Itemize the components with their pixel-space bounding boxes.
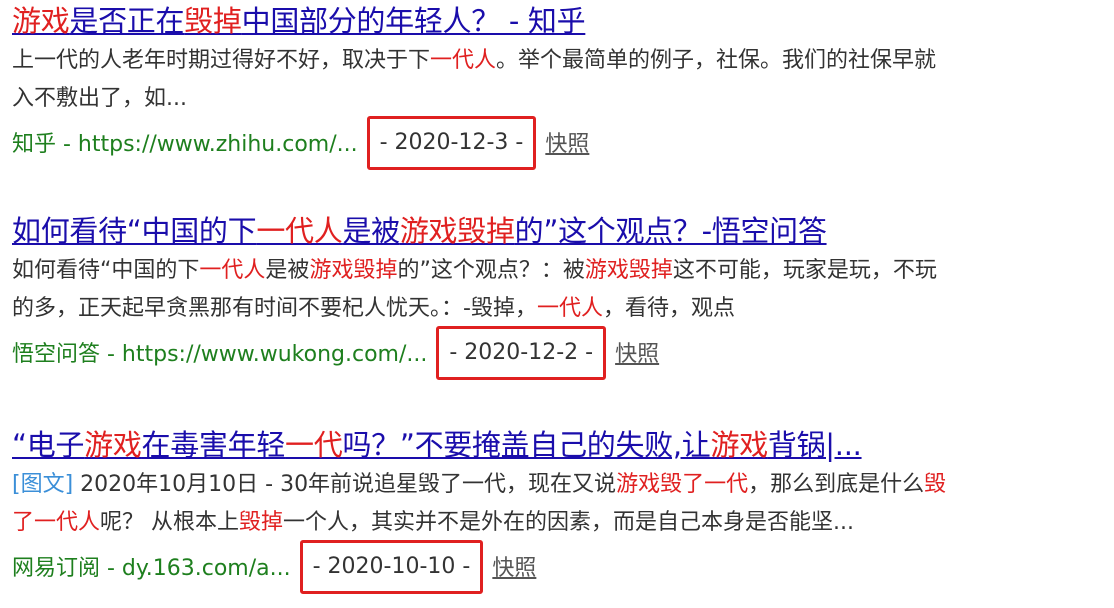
- highlighted-keyword: 毁: [924, 472, 947, 497]
- text-segment: 吗？”不要掩盖自己的失败,让: [342, 428, 711, 462]
- snippet-text: 2020年10月10日 - 30年前说追星毁了一代，现在又说游戏毁了一代，那么到…: [73, 472, 946, 497]
- text-segment: 背锅|...: [767, 428, 862, 462]
- text-segment: 的”这个观点？：被: [397, 258, 585, 283]
- text-segment: ，那么到底是什么: [748, 472, 925, 497]
- text-segment: 这不可能，玩家是玩，不玩: [672, 258, 937, 283]
- text-segment: 上一代的人老年时期过得好不好，取决于下: [12, 48, 431, 73]
- text-segment: 是被: [342, 214, 400, 248]
- highlighted-keyword: 毁掉: [239, 510, 284, 535]
- result-snippet: [图文] 2020年10月10日 - 30年前说追星毁了一代，现在又说游戏毁了一…: [12, 466, 1106, 542]
- text-segment: 的”这个观点？-悟空问答: [514, 214, 827, 248]
- result-title-link[interactable]: 游戏是否正在毁掉中国部分的年轻人？ - 知乎: [12, 2, 1106, 40]
- text-segment: 的多，正天起早贪黑那有时间不要杞人忧天。：-毁掉，: [12, 296, 537, 321]
- result-meta: 知乎 - https://www.zhihu.com/... - 2020-12…: [12, 116, 1106, 172]
- result-date: - 2020-10-10 -: [299, 540, 484, 594]
- text-segment: 如何看待“中国的下: [12, 214, 257, 248]
- search-results-page: 游戏是否正在毁掉中国部分的年轻人？ - 知乎 上一代的人老年时期过得好不好，取决…: [0, 0, 1114, 608]
- result-snippet: 如何看待“中国的下一代人是被游戏毁掉的”这个观点？：被游戏毁掉这不可能，玩家是玩…: [12, 252, 1106, 328]
- text-segment: 中国部分的年轻人？ - 知乎: [241, 4, 586, 38]
- highlighted-keyword: 一代人: [199, 258, 266, 283]
- result-date: - 2020-12-2 -: [436, 326, 607, 380]
- highlighted-keyword: 一代人: [430, 48, 497, 73]
- highlighted-keyword: 了一代人: [12, 510, 101, 535]
- text-segment: 呢？ 从根本上: [100, 510, 240, 535]
- highlighted-keyword: 一代人: [536, 296, 603, 321]
- search-result: 游戏是否正在毁掉中国部分的年轻人？ - 知乎 上一代的人老年时期过得好不好，取决…: [12, 2, 1106, 172]
- highlighted-keyword: 游戏: [84, 428, 142, 462]
- text-segment: 是被: [265, 258, 310, 283]
- result-source-url[interactable]: 网易订阅 - dy.163.com/a...: [12, 556, 291, 581]
- highlighted-keyword: 游戏毁掉: [399, 214, 515, 248]
- highlighted-keyword: 一代: [285, 428, 343, 462]
- search-result: 如何看待“中国的下一代人是被游戏毁掉的”这个观点？-悟空问答 如何看待“中国的下…: [12, 212, 1106, 382]
- text-segment: 如何看待“中国的下: [12, 258, 200, 283]
- snippet-line: 了一代人呢？ 从根本上毁掉一个人，其实并不是外在的因素，而是自己本身是否能坚..…: [12, 504, 1106, 542]
- highlighted-keyword: 游戏毁掉: [309, 258, 398, 283]
- result-source-url[interactable]: 知乎 - https://www.zhihu.com/...: [12, 132, 358, 157]
- snippet-line: [图文] 2020年10月10日 - 30年前说追星毁了一代，现在又说游戏毁了一…: [12, 466, 1106, 504]
- text-segment: 。举个最简单的例子，社保。我们的社保早就: [496, 48, 937, 73]
- search-result: “电子游戏在毒害年轻一代吗？”不要掩盖自己的失败,让游戏背锅|... [图文] …: [12, 426, 1106, 596]
- result-title-link[interactable]: 如何看待“中国的下一代人是被游戏毁掉的”这个观点？-悟空问答: [12, 212, 1106, 250]
- result-source-url[interactable]: 悟空问答 - https://www.wukong.com/...: [12, 342, 427, 367]
- image-text-tag: [图文]: [12, 472, 74, 497]
- snippet-line: 入不敷出了，如...: [12, 80, 1106, 118]
- highlighted-keyword: 游戏毁了一代: [616, 472, 749, 497]
- result-title-link[interactable]: “电子游戏在毒害年轻一代吗？”不要掩盖自己的失败,让游戏背锅|...: [12, 426, 1106, 464]
- result-snippet: 上一代的人老年时期过得好不好，取决于下一代人。举个最简单的例子，社保。我们的社保…: [12, 42, 1106, 118]
- text-segment: 是否正在: [69, 4, 185, 38]
- snapshot-link[interactable]: 快照: [615, 342, 659, 367]
- text-segment: 2020年10月10日 - 30年前说追星毁了一代，现在又说: [73, 472, 617, 497]
- highlighted-keyword: 游戏: [12, 4, 70, 38]
- snippet-line: 如何看待“中国的下一代人是被游戏毁掉的”这个观点？：被游戏毁掉这不可能，玩家是玩…: [12, 252, 1106, 290]
- highlighted-keyword: 游戏毁掉: [584, 258, 673, 283]
- result-date: - 2020-12-3 -: [366, 116, 537, 170]
- text-segment: 在毒害年轻: [141, 428, 286, 462]
- highlighted-keyword: 毁掉: [184, 4, 242, 38]
- text-segment: “电子: [12, 428, 85, 462]
- highlighted-keyword: 游戏: [710, 428, 769, 462]
- text-segment: 一个人，其实并不是外在的因素，而是自己本身是否能坚...: [283, 510, 855, 535]
- snapshot-link[interactable]: 快照: [492, 556, 536, 581]
- text-segment: ，看待，观点: [602, 296, 735, 321]
- snippet-line: 上一代的人老年时期过得好不好，取决于下一代人。举个最简单的例子，社保。我们的社保…: [12, 42, 1106, 80]
- snapshot-link[interactable]: 快照: [545, 132, 589, 157]
- result-meta: 网易订阅 - dy.163.com/a... - 2020-10-10 - 快照: [12, 540, 1106, 596]
- text-segment: 入不敷出了，如...: [12, 86, 187, 111]
- snippet-line: 的多，正天起早贪黑那有时间不要杞人忧天。：-毁掉，一代人，看待，观点: [12, 290, 1106, 328]
- result-meta: 悟空问答 - https://www.wukong.com/... - 2020…: [12, 326, 1106, 382]
- highlighted-keyword: 一代人: [256, 214, 343, 248]
